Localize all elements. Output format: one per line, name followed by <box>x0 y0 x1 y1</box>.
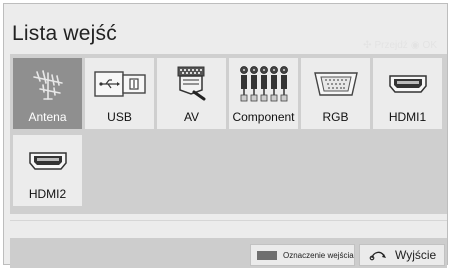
usb-icon <box>85 66 154 102</box>
input-label: USB <box>107 110 132 124</box>
hdmi-icon <box>13 143 82 179</box>
input-label: Component <box>232 110 295 124</box>
input-label: Antena <box>28 110 67 124</box>
input-tile-component[interactable]: Component <box>229 58 298 129</box>
color-key-icon <box>257 250 277 260</box>
input-tile-hdmi2[interactable]: HDMI2 <box>13 135 82 206</box>
input-tile-av[interactable]: AV <box>157 58 226 129</box>
input-label-button[interactable]: Oznaczenie wejścia <box>250 244 355 266</box>
input-label: HDMI1 <box>388 110 427 124</box>
ok-button-icon: ◉ <box>410 40 420 51</box>
page-title: Lista wejść <box>12 22 117 45</box>
input-tile-antenna[interactable]: Antena <box>13 58 82 129</box>
scart-av-icon <box>157 66 226 102</box>
component-rca-icon <box>229 66 298 102</box>
hint-move-label: Przejdź <box>374 40 408 51</box>
vga-rgb-icon <box>301 66 370 102</box>
input-label: AV <box>183 110 200 124</box>
input-tile-usb[interactable]: USB <box>85 58 154 129</box>
exit-button[interactable]: Wyjście <box>359 244 445 266</box>
input-label: HDMI2 <box>28 187 67 201</box>
exit-button-label: Wyjście <box>395 248 437 262</box>
navigation-hint: ✣ Przejdź ◉ OK <box>363 40 437 51</box>
input-tile-hdmi1[interactable]: HDMI1 <box>373 58 442 129</box>
input-list-window: Lista wejść ✣ Przejdź ◉ OK Antena USB AV… <box>3 3 448 268</box>
back-icon <box>369 249 387 261</box>
input-label: RGB <box>322 110 349 124</box>
dpad-icon: ✣ <box>363 40 372 51</box>
footer-bar: Oznaczenie wejścia Wyjście <box>10 238 447 268</box>
input-grid: Antena USB AV Component RGB HDMI1 HDMI2 <box>10 54 447 214</box>
input-tile-rgb[interactable]: RGB <box>301 58 370 129</box>
antenna-icon <box>13 66 82 102</box>
hint-ok-label: OK <box>422 40 437 51</box>
divider <box>10 220 447 221</box>
hdmi-icon <box>373 66 442 102</box>
input-label-button-text: Oznaczenie wejścia <box>283 250 354 260</box>
